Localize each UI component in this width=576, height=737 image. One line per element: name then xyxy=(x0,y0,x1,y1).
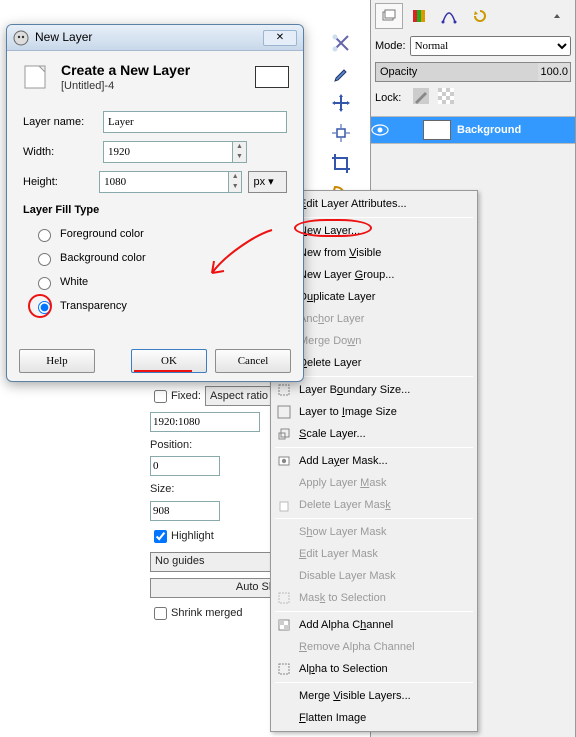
layers-list: Background xyxy=(371,116,575,144)
menu-scale-layer[interactable]: Scale Layer... xyxy=(271,423,477,445)
lock-row: Lock: xyxy=(371,84,575,112)
ok-button[interactable]: OK xyxy=(131,349,207,373)
size-label: Size: xyxy=(150,482,280,496)
menu-show-layer-mask: Show Layer Mask xyxy=(271,521,477,543)
radio-white[interactable]: White xyxy=(33,270,287,294)
fixed-mode-combo[interactable]: Aspect ratio xyxy=(205,386,280,406)
separator xyxy=(275,518,473,519)
menu-apply-layer-mask: Apply Layer Mask xyxy=(271,472,477,494)
size-input[interactable] xyxy=(150,501,220,521)
gimp-dialog-icon xyxy=(13,30,29,46)
tab-channels[interactable] xyxy=(405,3,433,29)
resize-icon xyxy=(275,382,293,398)
lock-alpha-icon[interactable] xyxy=(438,88,454,104)
radio-foreground[interactable]: Foreground color xyxy=(33,222,287,246)
menu-remove-alpha-channel: Remove Alpha Channel xyxy=(271,636,477,658)
fill-type-radios: Foreground color Background color White … xyxy=(23,222,287,318)
unit-select[interactable]: px ▾ xyxy=(248,171,287,193)
radio-background[interactable]: Background color xyxy=(33,246,287,270)
layer-row[interactable]: Background xyxy=(371,117,575,143)
dock-menu-arrow[interactable] xyxy=(543,3,571,29)
width-input[interactable] xyxy=(103,141,233,163)
menu-flatten-image[interactable]: Flatten Image xyxy=(271,707,477,729)
move-tool[interactable] xyxy=(326,88,356,118)
align-tool[interactable] xyxy=(326,118,356,148)
menu-merge-visible-layers[interactable]: Merge Visible Layers... xyxy=(271,685,477,707)
crop-tool[interactable] xyxy=(326,148,356,178)
position-label: Position: xyxy=(150,438,280,452)
dock-tabs xyxy=(371,0,575,32)
mask-icon xyxy=(275,453,293,469)
fill-type-label: Layer Fill Type xyxy=(23,203,287,217)
separator xyxy=(275,447,473,448)
visibility-toggle[interactable] xyxy=(371,124,403,136)
tab-undo-history[interactable] xyxy=(465,3,493,29)
delete-mask-icon xyxy=(275,497,293,513)
menu-delete-layer-mask: Delete Layer Mask xyxy=(271,494,477,516)
eyedropper-tool[interactable] xyxy=(326,58,356,88)
tab-layers[interactable] xyxy=(375,3,403,29)
dialog-close-button[interactable]: ✕ xyxy=(263,30,297,46)
dialog-heading: Create a New Layer xyxy=(61,61,190,79)
shrink-merged-checkbox[interactable] xyxy=(154,607,167,620)
tool-options-panel: Fixed: Aspect ratio Position: Size: High… xyxy=(150,386,280,629)
dialog-header: Create a New Layer [Untitled]-4 xyxy=(7,51,303,97)
cancel-button[interactable]: Cancel xyxy=(215,349,291,373)
position-input[interactable] xyxy=(150,456,220,476)
separator xyxy=(275,376,473,377)
no-guides-combo[interactable]: No guides xyxy=(150,552,280,572)
opacity-value: 100.0 xyxy=(538,65,570,79)
height-label: Height: xyxy=(23,175,99,189)
highlight-checkbox[interactable] xyxy=(154,530,167,543)
help-button[interactable]: Help xyxy=(19,349,95,373)
scale-icon xyxy=(275,426,293,442)
dialog-title-text: New Layer xyxy=(35,30,92,46)
menu-add-alpha-channel[interactable]: Add Alpha Channel xyxy=(271,614,477,636)
menu-layer-to-image-size[interactable]: Layer to Image Size xyxy=(271,401,477,423)
ratio-input[interactable] xyxy=(150,412,260,432)
layer-name-input[interactable] xyxy=(103,111,287,133)
highlight-label: Highlight xyxy=(171,529,214,543)
opacity-label: Opacity xyxy=(380,65,417,79)
menu-alpha-to-selection[interactable]: Alpha to Selection xyxy=(271,658,477,680)
dialog-button-row: Help OK Cancel xyxy=(7,349,303,373)
width-label: Width: xyxy=(23,145,103,159)
shrink-merged-label: Shrink merged xyxy=(171,606,243,620)
radio-transparency[interactable]: Transparency xyxy=(33,294,287,318)
separator xyxy=(275,217,473,218)
opacity-slider[interactable]: Opacity 100.0 xyxy=(375,62,571,82)
new-layer-dialog: New Layer ✕ Create a New Layer [Untitled… xyxy=(6,24,304,382)
menu-disable-layer-mask: Disable Layer Mask xyxy=(271,565,477,587)
width-spin-arrows[interactable]: ▲▼ xyxy=(233,141,247,163)
height-input[interactable] xyxy=(99,171,229,193)
blend-mode-row: Mode: Normal xyxy=(371,32,575,60)
lock-label: Lock: xyxy=(375,91,401,105)
scissors-tool[interactable] xyxy=(326,28,356,58)
lock-pixels-icon[interactable] xyxy=(413,88,429,104)
menu-layer-boundary-size[interactable]: Layer Boundary Size... xyxy=(271,379,477,401)
auto-shrink-button[interactable]: Auto Sh xyxy=(150,578,280,598)
mode-label: Mode: xyxy=(375,39,406,53)
fixed-checkbox[interactable] xyxy=(154,390,167,403)
layer-thumbnail xyxy=(423,120,451,140)
dialog-body: Layer name: Width: ▲▼ Height: ▲▼ px ▾ La… xyxy=(7,97,303,323)
layer-name-label: Layer name: xyxy=(23,115,103,129)
separator xyxy=(275,611,473,612)
alpha-icon xyxy=(275,617,293,633)
menu-add-layer-mask[interactable]: Add Layer Mask... xyxy=(271,450,477,472)
tab-paths[interactable] xyxy=(435,3,463,29)
dialog-subtitle: [Untitled]-4 xyxy=(61,79,190,93)
menu-edit-layer-mask: Edit Layer Mask xyxy=(271,543,477,565)
fit-icon xyxy=(275,404,293,420)
dialog-titlebar[interactable]: New Layer ✕ xyxy=(7,25,303,51)
new-layer-icon xyxy=(21,62,51,92)
separator xyxy=(275,682,473,683)
menu-mask-to-selection: Mask to Selection xyxy=(271,587,477,609)
fixed-label: Fixed: xyxy=(171,389,201,403)
preview-swatch xyxy=(255,66,289,88)
blend-mode-select[interactable]: Normal xyxy=(410,36,571,56)
height-spin-arrows[interactable]: ▲▼ xyxy=(229,171,242,193)
layer-name: Background xyxy=(457,123,521,137)
